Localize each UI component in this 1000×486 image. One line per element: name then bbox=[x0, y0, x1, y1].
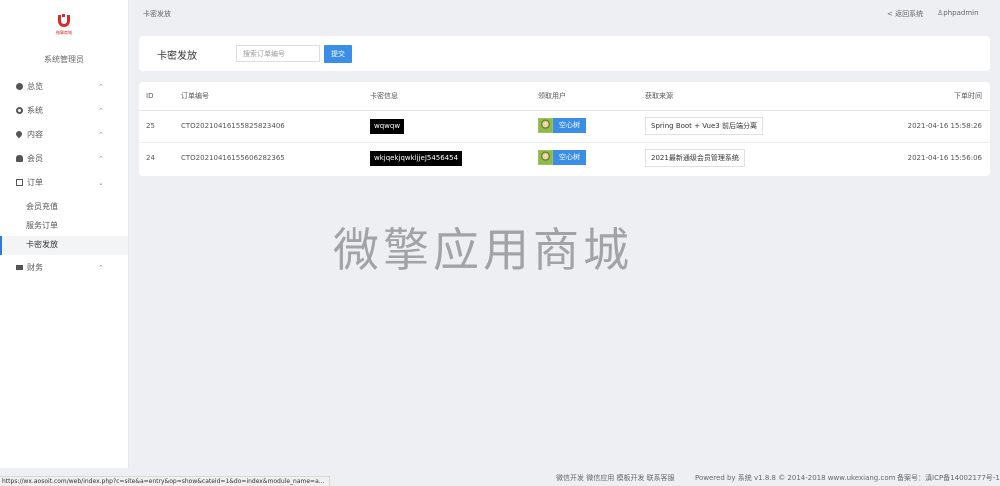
card-code-badge: wkjqekjqwkljjeJ5456454 bbox=[370, 150, 463, 166]
orders-table: ID 订单编号 卡密信息 领取用户 获取来源 下单时间 25 CTO202104… bbox=[139, 82, 990, 174]
chevron-up-icon: ⌃ bbox=[98, 83, 104, 91]
source-tag: Spring Boot + Vue3 前后端分离 bbox=[645, 117, 763, 135]
sidebar-item-label: 会员 bbox=[27, 154, 43, 163]
user-menu[interactable]: ♙phpadmin bbox=[937, 9, 979, 17]
user-name: 空心树 bbox=[559, 121, 580, 129]
search-panel: 卡密发放 提交 bbox=[139, 36, 990, 71]
cell-card: wqwqw bbox=[370, 110, 538, 143]
watermark: 微擎应用商城 bbox=[333, 223, 633, 277]
document-icon bbox=[16, 179, 23, 186]
sidebar-subitem-member-recharge[interactable]: 会员充值 bbox=[0, 198, 128, 217]
back-to-system-link[interactable]: < 返回系统 bbox=[887, 9, 923, 19]
sidebar-item-orders[interactable]: 订单 ⌄ bbox=[0, 174, 128, 198]
cell-id: 25 bbox=[139, 110, 181, 143]
table-row: 25 CTO20210416155825823406 wqwqw 空心树 Spr… bbox=[139, 110, 990, 143]
sidebar-nav: 总览 ⌃ 系统 ⌃ 内容 ⌃ 会员 ⌃ 订单 ⌄ 会员充值 服务订单 卡密发放 … bbox=[0, 78, 128, 283]
sidebar-item-finance[interactable]: 财务 ⌃ bbox=[0, 259, 128, 283]
sidebar-item-label: 订单 bbox=[27, 178, 43, 187]
sidebar-item-content[interactable]: 内容 ⌃ bbox=[0, 126, 128, 150]
sidebar-item-members[interactable]: 会员 ⌃ bbox=[0, 150, 128, 174]
orders-table-panel: ID 订单编号 卡密信息 领取用户 获取来源 下单时间 25 CTO202104… bbox=[139, 82, 990, 176]
cell-order-no: CTO20210416155825823406 bbox=[181, 110, 370, 143]
footer-icp: 备案号：滇ICP备14002177号-1 bbox=[897, 474, 1000, 482]
logo-text: 微擎商城 bbox=[56, 30, 72, 35]
page-title: 卡密发放 bbox=[157, 51, 197, 62]
top-bar: 卡密发放 < 返回系统 ♙phpadmin bbox=[129, 0, 1000, 26]
sidebar-item-label: 总览 bbox=[27, 82, 43, 91]
table-header-row: ID 订单编号 卡密信息 领取用户 获取来源 下单时间 bbox=[139, 82, 990, 111]
column-header-id: ID bbox=[139, 82, 181, 111]
map-pin-icon bbox=[14, 129, 24, 139]
footer-powered-by: Powered by 系统 v1.8.8 © 2014-2018 www.uke… bbox=[695, 474, 896, 482]
user-name: 空心树 bbox=[559, 153, 580, 162]
user-chip[interactable]: 空心树 bbox=[538, 149, 586, 165]
chevron-up-icon: ⌃ bbox=[98, 107, 104, 115]
sidebar-item-system[interactable]: 系统 ⌃ bbox=[0, 102, 128, 126]
cell-order-no: CTO20210416155606282365 bbox=[181, 154, 285, 163]
cell-source: 2021最新通级会员管理系统 bbox=[645, 142, 877, 174]
column-header-source: 获取来源 bbox=[645, 82, 877, 111]
cell-source: Spring Boot + Vue3 前后端分离 bbox=[645, 110, 877, 143]
pie-chart-icon bbox=[16, 83, 23, 90]
cell-time: 2021-04-16 15:56:06 bbox=[907, 154, 982, 163]
username: phpadmin bbox=[943, 9, 979, 17]
chevron-up-icon: ⌃ bbox=[98, 155, 104, 163]
column-header-order-no: 订单编号 bbox=[181, 82, 370, 111]
submit-button[interactable]: 提交 bbox=[324, 45, 352, 63]
admin-role-label: 系统管理员 bbox=[44, 55, 84, 64]
column-header-card-info: 卡密信息 bbox=[370, 82, 538, 111]
cell-time: 2021-04-16 15:58:26 bbox=[877, 110, 990, 143]
cell-user: 空心树 bbox=[538, 110, 645, 143]
sidebar-subitem-card-issue[interactable]: 卡密发放 bbox=[0, 236, 128, 255]
logo-icon bbox=[58, 14, 70, 27]
sidebar-subitem-service-orders[interactable]: 服务订单 bbox=[0, 217, 128, 236]
status-bar-url: https://wx.aosoit.com/web/index.php?c=si… bbox=[0, 476, 330, 486]
footer-links[interactable]: 微信开发 微信应用 模板开发 联系客服 bbox=[556, 473, 675, 483]
user-chip[interactable]: 空心树 bbox=[538, 117, 586, 133]
card-icon bbox=[16, 265, 23, 270]
chevron-up-icon: ⌃ bbox=[98, 131, 104, 139]
sidebar-item-overview[interactable]: 总览 ⌃ bbox=[0, 78, 128, 102]
avatar bbox=[538, 149, 553, 165]
sidebar-item-label: 财务 bbox=[27, 263, 43, 272]
gear-icon bbox=[16, 107, 23, 114]
chevron-up-icon: ⌃ bbox=[98, 264, 104, 272]
breadcrumb: 卡密发放 bbox=[143, 10, 171, 18]
avatar bbox=[538, 117, 553, 133]
sidebar: 微擎商城 系统管理员 总览 ⌃ 系统 ⌃ 内容 ⌃ 会员 ⌃ 订单 ⌄ 会员充值 bbox=[0, 0, 129, 468]
chevron-down-icon: ⌄ bbox=[98, 179, 104, 187]
table-row: 24 CTO20210416155606282365 wkjqekjqwkljj… bbox=[139, 142, 990, 174]
sidebar-item-label: 系统 bbox=[27, 106, 43, 115]
search-order-input[interactable] bbox=[236, 45, 320, 62]
cell-user: 空心树 bbox=[538, 142, 645, 174]
card-code-badge: wqwqw bbox=[370, 118, 405, 134]
sidebar-item-label: 内容 bbox=[27, 130, 43, 139]
cell-id: 24 bbox=[146, 154, 155, 163]
source-tag: 2021最新通级会员管理系统 bbox=[645, 149, 745, 168]
column-header-time: 下单时间 bbox=[877, 82, 990, 111]
column-header-user: 领取用户 bbox=[538, 82, 645, 111]
user-icon bbox=[16, 155, 23, 162]
logo[interactable]: 微擎商城 bbox=[52, 14, 76, 39]
cell-card: wkjqekjqwkljjeJ5456454 bbox=[370, 142, 538, 174]
